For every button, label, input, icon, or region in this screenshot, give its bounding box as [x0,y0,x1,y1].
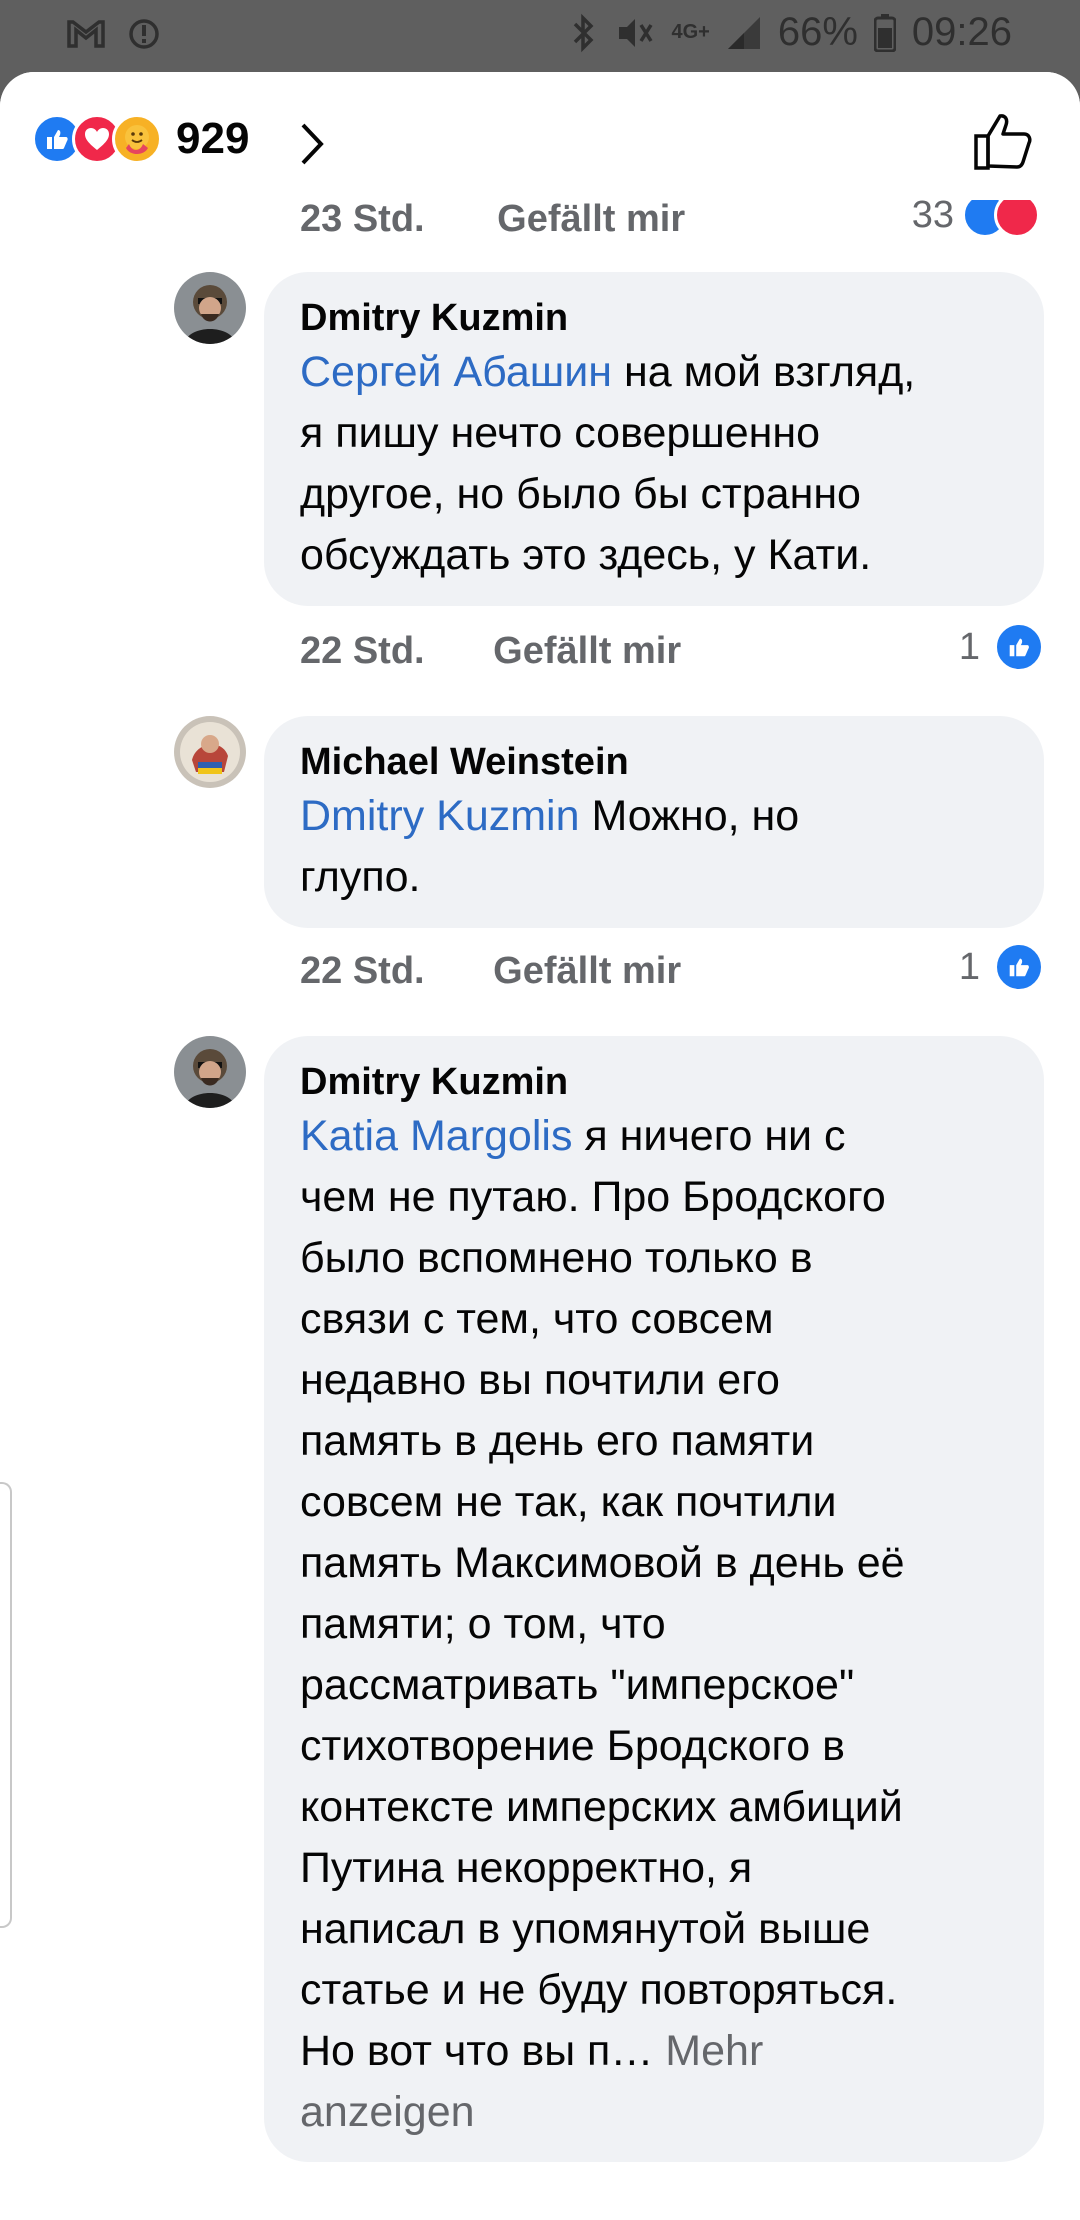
comment-reactions[interactable]: 1 [959,942,1044,992]
comment-reactions[interactable]: 1 [959,622,1044,672]
avatar[interactable] [174,1036,246,1108]
comment-text: Сергей Абашин на мой взгляд, я пишу нечт… [300,348,916,579]
care-reaction-icon [112,114,162,164]
bluetooth-icon [571,13,597,53]
show-more-link-cont[interactable]: anzeigen [300,2088,475,2136]
reaction-count: 1 [958,625,980,668]
battery-icon [873,13,896,52]
mute-vibrate-icon [613,13,655,53]
comment-bubble[interactable]: Michael Weinstein Dmitry Kuzmin Можно, н… [264,716,1044,928]
sheet-header: 929 [0,72,1080,200]
network-type: 4G+ [671,21,710,43]
comment-bubble[interactable]: Dmitry Kuzmin Katia Margolis я ничего ни… [264,1036,1044,2162]
previous-comment-time: 23 Std. [300,198,425,240]
mention-link[interactable]: Сергей Абашин [300,348,612,396]
previous-comment-meta: 23 Std. Gefällt mir [300,198,685,241]
reactions-sheet: 929 23 Std. Gefällt mir 33 Dmitry Kuzmin… [0,72,1080,2220]
reaction-count: 1 [958,945,980,988]
like-button[interactable]: Gefällt mir [493,950,681,992]
signal-icon [726,15,762,51]
comment-author[interactable]: Dmitry Kuzmin [300,294,1008,342]
comment-author[interactable]: Michael Weinstein [300,738,1008,786]
comment-meta: 22 Std. Gefällt mir [300,950,681,993]
avatar[interactable] [174,272,246,344]
like-badge-icon [994,942,1044,992]
like-button[interactable]: Gefällt mir [493,630,681,672]
battery-percent: 66% [777,10,858,54]
reaction-summary[interactable]: 929 [32,114,249,164]
show-more-link[interactable]: Mehr [665,2027,763,2075]
reaction-count: 929 [176,114,250,163]
mention-link[interactable]: Dmitry Kuzmin [300,792,580,840]
comment-time[interactable]: 22 Std. [300,630,425,672]
comment-bubble[interactable]: Dmitry Kuzmin Сергей Абашин на мой взгля… [264,272,1044,606]
comment-author[interactable]: Dmitry Kuzmin [300,1058,1008,1106]
comment-meta: 22 Std. Gefällt mir [300,630,681,673]
alert-shield-icon [128,16,160,52]
comment-text: Dmitry Kuzmin Можно, но глупо. [300,792,800,901]
chevron-right-icon[interactable] [300,122,324,171]
scrollbar[interactable] [0,1482,12,1928]
previous-like-button[interactable]: Gefällt mir [497,198,685,240]
comment-time[interactable]: 22 Std. [300,950,425,992]
clock: 09:26 [911,10,1012,54]
comment-text: Katia Margolis я ничего ни с чем не пута… [300,1112,905,2136]
status-bar: 4G+ 66% 09:26 [0,0,1080,72]
mention-link[interactable]: Katia Margolis [300,1112,572,1160]
gmail-icon [66,18,106,50]
like-badge-icon [994,622,1044,672]
avatar[interactable] [174,716,246,788]
like-outline-icon[interactable] [972,110,1034,177]
